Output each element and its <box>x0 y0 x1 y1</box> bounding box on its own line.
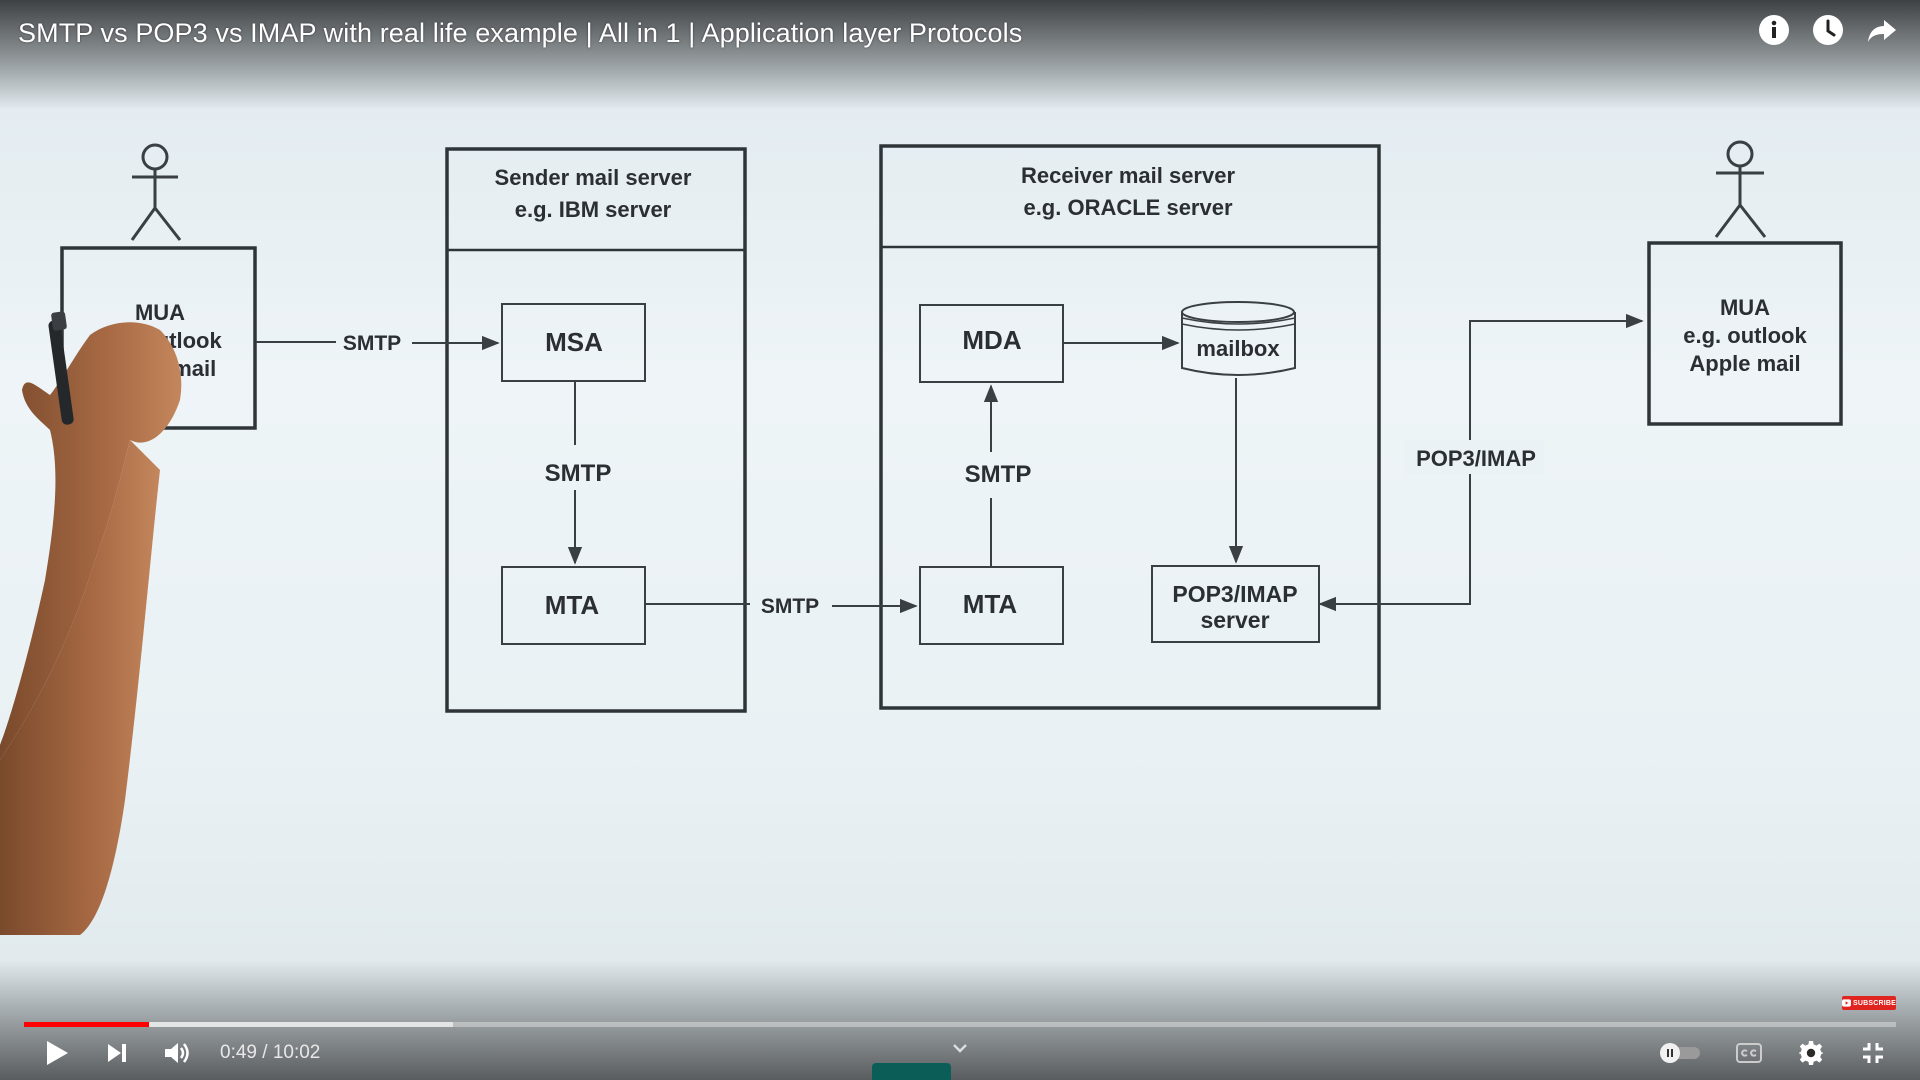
video-frame: MUA e.g. outlook le mail Sender mail ser… <box>0 140 1843 935</box>
time-separator: / <box>256 1042 273 1063</box>
video-player[interactable]: MUA e.g. outlook le mail Sender mail ser… <box>0 0 1920 1080</box>
autoplay-toggle-icon <box>1660 1043 1700 1063</box>
settings-button[interactable] <box>1794 1036 1828 1070</box>
expand-button[interactable] <box>950 1040 970 1056</box>
mta-to-mta-protocol: SMTP <box>761 595 819 618</box>
receiver-mail-server: Receiver mail server e.g. ORACLE server … <box>879 144 1381 710</box>
msa-to-mta-protocol: SMTP <box>545 460 612 487</box>
sender-server-title: Sender mail server <box>495 165 692 190</box>
sender-user-figure <box>130 143 182 241</box>
play-button[interactable] <box>40 1036 74 1070</box>
receiver-server-title: Receiver mail server <box>1021 163 1235 188</box>
subscribe-label: SUBSCRIBE <box>1852 999 1896 1007</box>
controls-right <box>1658 1036 1890 1070</box>
accent-tab[interactable] <box>872 1063 951 1080</box>
captions-button[interactable] <box>1732 1036 1766 1070</box>
play-icon <box>47 1041 68 1065</box>
pop-imap-server-label-2: server <box>1200 607 1269 633</box>
receiver-mua-example-2: Apple mail <box>1689 351 1800 376</box>
sender-mail-server: Sender mail server e.g. IBM server MSA M… <box>445 147 747 713</box>
next-icon <box>108 1044 126 1062</box>
link-pop-to-mua: POP3/IMAP <box>1318 313 1644 612</box>
time-current: 0:49 <box>220 1042 257 1063</box>
info-button[interactable] <box>1758 14 1790 46</box>
mua-to-msa-protocol: SMTP <box>343 332 401 355</box>
share-icon <box>1868 20 1896 42</box>
mailbox-cylinder: mailbox <box>1181 301 1296 376</box>
receiver-mua-example: e.g. outlook <box>1683 323 1807 348</box>
receiver-mua-label: MUA <box>1720 295 1770 320</box>
next-button[interactable] <box>100 1036 134 1070</box>
receiver-user-figure <box>1714 140 1767 238</box>
mda-label: MDA <box>962 325 1021 355</box>
msa-label: MSA <box>545 327 603 357</box>
time-total: 10:02 <box>272 1042 321 1063</box>
youtube-icon <box>1842 999 1851 1007</box>
watch-later-button[interactable] <box>1812 14 1844 46</box>
presenter-hand <box>0 311 182 935</box>
volume-icon <box>165 1043 189 1063</box>
controls-left: 0:49 / 10:02 <box>40 1036 320 1070</box>
video-title[interactable]: SMTP vs POP3 vs IMAP with real life exam… <box>18 18 1022 49</box>
exit-fullscreen-icon <box>1863 1043 1883 1063</box>
time-display: 0:49 / 10:02 <box>220 1042 320 1064</box>
pop-imap-server-label: POP3/IMAP <box>1172 581 1297 607</box>
sender-mta-label: MTA <box>545 590 600 620</box>
clock-icon <box>1813 15 1843 45</box>
share-button[interactable] <box>1866 14 1898 46</box>
info-icon <box>1759 15 1789 45</box>
mailbox-label: mailbox <box>1196 336 1280 361</box>
top-gradient <box>0 0 1920 110</box>
subscribe-watermark[interactable]: SUBSCRIBE <box>1842 996 1896 1010</box>
mta-to-mda-protocol: SMTP <box>965 461 1032 488</box>
pop-to-mua-protocol: POP3/IMAP <box>1416 446 1536 471</box>
progress-track <box>24 1022 1896 1027</box>
receiver-mua-box: MUA e.g. outlook Apple mail <box>1647 241 1843 426</box>
progress-bar[interactable] <box>24 1019 1896 1029</box>
link-mua-to-msa: SMTP <box>256 332 500 355</box>
captions-icon <box>1736 1043 1762 1063</box>
top-actions <box>1758 14 1898 46</box>
receiver-server-example: e.g. ORACLE server <box>1023 195 1233 220</box>
sender-mua-label: MUA <box>135 300 185 325</box>
volume-button[interactable] <box>160 1036 194 1070</box>
chevron-down-icon <box>953 1044 967 1053</box>
link-mta-to-mta: SMTP <box>646 595 918 618</box>
exit-fullscreen-button[interactable] <box>1856 1036 1890 1070</box>
gear-icon <box>1799 1041 1823 1065</box>
receiver-mta-label: MTA <box>963 589 1018 619</box>
sender-server-example: e.g. IBM server <box>515 197 672 222</box>
progress-played <box>24 1022 150 1027</box>
autoplay-toggle[interactable] <box>1658 1036 1704 1070</box>
